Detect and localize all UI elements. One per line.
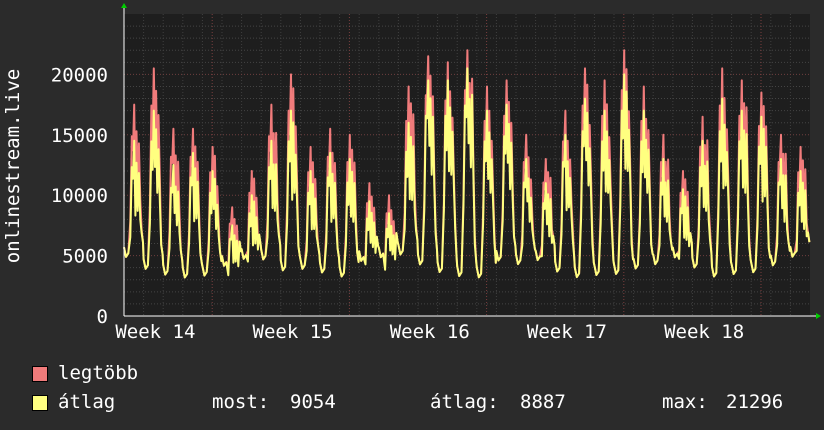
stat-current-value: 9054	[290, 391, 336, 413]
stat-max-label: max:	[662, 391, 708, 413]
y-tick-label: 5000	[62, 246, 108, 268]
legend-label-avg: átlag	[58, 391, 116, 413]
y-tick-label: 10000	[51, 185, 108, 207]
y-tick-label: 15000	[51, 125, 108, 147]
y-tick-label: 0	[97, 306, 108, 328]
stat-current-label: most:	[212, 391, 270, 413]
x-axis-arrow	[816, 313, 821, 319]
stat-max-value: 21296	[726, 391, 784, 413]
legend-swatch-avg	[32, 395, 48, 411]
x-tick-label: Week 16	[390, 321, 470, 343]
stat-avg-label: átlag:	[430, 391, 499, 413]
x-tick-label: Week 15	[253, 321, 333, 343]
legend-swatch-max	[32, 366, 48, 382]
x-tick-label: Week 17	[527, 321, 607, 343]
y-axis-label: onlinestream.live	[2, 69, 24, 263]
stat-avg-value: 8887	[520, 391, 566, 413]
y-tick-label: 20000	[51, 64, 108, 86]
x-tick-label: Week 18	[664, 321, 744, 343]
x-tick-label: Week 14	[115, 321, 195, 343]
y-axis-arrow	[121, 3, 127, 8]
legend-label-max: legtöbb	[58, 362, 139, 384]
